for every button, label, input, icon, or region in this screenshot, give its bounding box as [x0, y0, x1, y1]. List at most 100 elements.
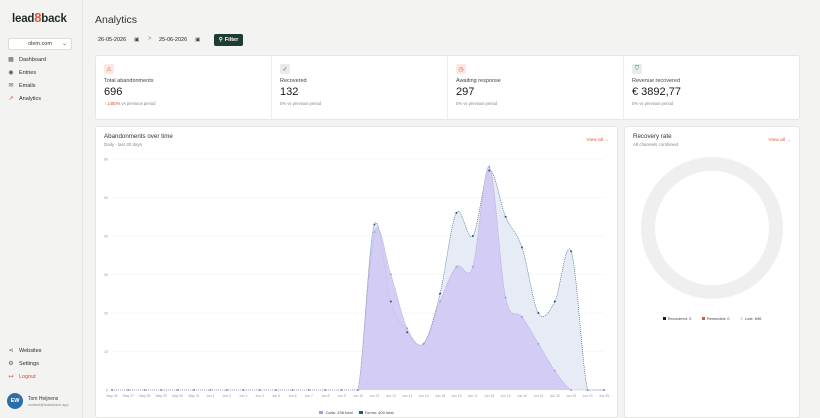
main-nav: ▦ Dashboard ◉ Entries ✉ Emails ↗ Analyti… [6, 53, 78, 105]
data-point [586, 389, 589, 391]
data-point [373, 223, 376, 226]
x-tick-label: May 30 [172, 394, 183, 398]
legend-item[interactable]: Carts: 298 total [319, 410, 353, 415]
x-tick-label: Jun 24 [583, 394, 593, 398]
x-tick-label: Jun 1 [206, 394, 214, 398]
x-tick-label: Jun 15 [435, 394, 445, 398]
data-point [521, 315, 523, 318]
sidebar-item-label: Settings [19, 360, 39, 367]
data-point [570, 250, 573, 253]
eye-icon: ◉ [8, 70, 14, 76]
sidebar-item-label: Analytics [19, 95, 42, 102]
workspace-selector[interactable]: olem.com ⌄ [8, 38, 72, 50]
chevron-down-icon: ⌄ [61, 41, 67, 47]
x-tick-label: May 29 [156, 394, 167, 398]
gear-icon: ⚙ [8, 361, 14, 367]
legend-item[interactable]: Forms: 400 total [358, 410, 394, 415]
stats-row: ⚠ Total abandonments 696 ↑ 1400% vs prev… [95, 55, 800, 120]
legend-item: Recovered: 0 [662, 316, 691, 321]
x-tick-label: May 26 [106, 394, 117, 398]
x-tick-label: Jun 7 [305, 394, 313, 398]
x-tick-label: Jun 3 [239, 394, 247, 398]
series-area [112, 166, 604, 390]
y-tick-label: 60 [104, 158, 108, 162]
data-point [439, 292, 441, 295]
x-tick-label: Jun 21 [533, 394, 543, 398]
data-point [504, 296, 507, 299]
data-point [455, 211, 458, 214]
sidebar-item-entries[interactable]: ◉ Entries [6, 66, 78, 79]
grid-icon: ▦ [8, 57, 14, 63]
data-point [209, 389, 212, 391]
sidebar-item-websites[interactable]: ⋖ Websites [6, 344, 78, 357]
sidebar-item-dashboard[interactable]: ▦ Dashboard [6, 53, 78, 66]
x-tick-label: Jun 20 [517, 394, 527, 398]
abandonments-chart: 0 10 20 30 40 50 60 May 26 May 27 May 28 May 29 May… [104, 158, 609, 399]
y-tick-label: 40 [104, 235, 108, 239]
stat-change-text: 0% vs previous period [632, 101, 674, 106]
stat-label: Awaiting response [456, 78, 501, 84]
view-all-link[interactable]: View all → [768, 138, 791, 143]
data-point [389, 300, 392, 303]
sidebar-item-settings[interactable]: ⚙ Settings [6, 357, 78, 370]
legend-label: Lost: 696 [744, 316, 762, 321]
date-to-value: 25-06-2026 [159, 37, 188, 43]
sidebar: lead8back olem.com ⌄ ▦ Dashboard ◉ Entri… [0, 0, 83, 418]
data-point [422, 342, 425, 345]
filter-label: Filter [224, 37, 239, 43]
brand-logo[interactable]: lead8back [12, 10, 67, 25]
sidebar-item-logout[interactable]: ↦ Logout [6, 370, 78, 383]
data-point [291, 389, 294, 391]
legend-swatch [701, 317, 705, 320]
check-icon: ✓ [280, 64, 290, 74]
data-point [439, 300, 441, 303]
date-separator: > [148, 36, 152, 42]
filter-icon: ⚲ [218, 37, 223, 43]
stat-label: Revenue recovered [632, 78, 681, 84]
x-tick-label: Jun 23 [566, 394, 576, 398]
stat-value: 297 [456, 86, 475, 98]
logout-icon: ↦ [8, 374, 14, 380]
calendar-icon[interactable]: ▣ [134, 37, 139, 43]
user-profile[interactable]: EW Tom Heijnens contact@leadsback.app [7, 393, 69, 409]
mail-icon: ✉ [8, 83, 14, 89]
filter-button[interactable]: ⚲ Filter [214, 34, 243, 46]
data-point [488, 169, 491, 172]
legend-item: Lost: 696 [739, 316, 762, 321]
stat-change-text: vs previous period [121, 101, 156, 106]
x-tick-label: Jun 13 [402, 394, 412, 398]
data-point [553, 300, 556, 303]
sidebar-item-analytics[interactable]: ↗ Analytics [6, 92, 78, 105]
sidebar-item-label: Entries [19, 69, 37, 76]
sidebar-item-emails[interactable]: ✉ Emails [6, 79, 78, 92]
date-to-input[interactable]: 25-06-2026 ▣ [159, 34, 200, 46]
date-from-input[interactable]: 26-05-2026 ▣ [98, 34, 139, 46]
x-tick-label: Jun 12 [386, 394, 396, 398]
calendar-icon[interactable]: ▣ [195, 37, 200, 43]
x-tick-label: May 31 [188, 394, 199, 398]
data-point [127, 389, 130, 391]
avatar: EW [7, 393, 23, 409]
x-tick-label: Jun 4 [255, 394, 263, 398]
recovery-legend: Recovered: 0 Reminded: 0 Lost: 696 [625, 307, 799, 325]
x-tick-label: Jun 8 [321, 394, 329, 398]
data-point [603, 389, 605, 391]
user-email: contact@leadsback.app [28, 402, 69, 407]
brand-part3: back [41, 13, 67, 25]
y-tick-label: 30 [104, 273, 108, 277]
legend-label: Reminded: 0 [706, 316, 730, 321]
data-point [275, 389, 277, 391]
data-point [471, 235, 474, 237]
x-tick-label: Jun 2 [223, 394, 231, 398]
data-point [143, 389, 146, 391]
x-tick-label: Jun 17 [468, 394, 478, 398]
chart-legend: Carts: 298 total Forms: 400 total [96, 401, 617, 418]
x-tick-label: May 27 [123, 394, 134, 398]
clock-icon: ◷ [456, 64, 466, 74]
x-tick-label: Jun 9 [337, 394, 345, 398]
stat-value: 696 [104, 86, 123, 98]
sidebar-item-label: Dashboard [19, 56, 46, 63]
legend-swatch [739, 317, 743, 320]
legend-swatch [358, 411, 363, 414]
x-tick-label: Jun 5 [272, 394, 280, 398]
